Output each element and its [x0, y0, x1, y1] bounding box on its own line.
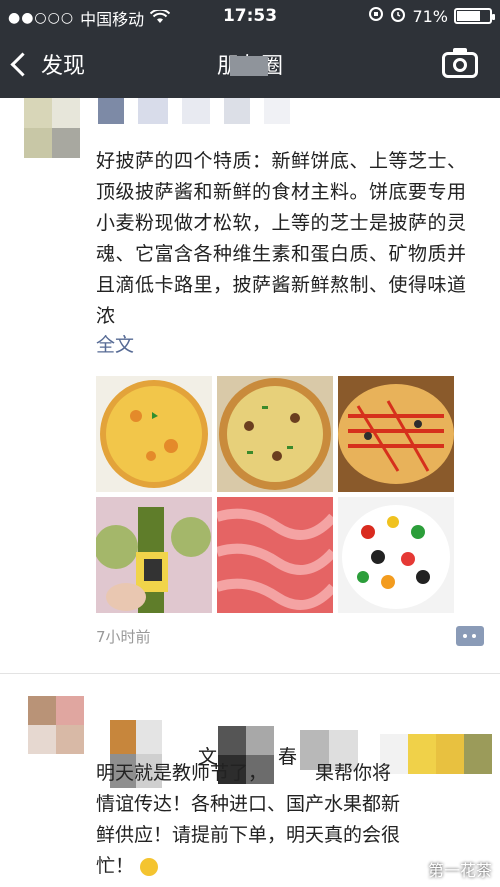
smile-emoji-icon [140, 857, 159, 876]
avatar[interactable] [28, 696, 84, 754]
divider [0, 673, 500, 674]
battery-percent: 71% [412, 6, 448, 26]
text-line: 鲜供应！请提前下单，明天真的会很 [96, 824, 401, 846]
full-text-link[interactable]: 全文 [96, 330, 134, 357]
partial-text: 春 [278, 746, 298, 768]
comment-icon[interactable] [456, 626, 484, 646]
post-text: 好披萨的四个特质：新鲜饼底、上等芝士、顶级披萨酱和新鲜的食材主料。饼底要专用小麦… [96, 150, 467, 327]
meat-photo[interactable] [217, 497, 333, 613]
photo-grid [96, 376, 454, 613]
moment-post: 好披萨的四个特质：新鲜饼底、上等芝士、顶级披萨酱和新鲜的食材主料。饼底要专用小麦… [0, 98, 500, 673]
status-bar: ●●○○○ 中国移动 17:53 71% [0, 0, 500, 32]
pizza-photo-2[interactable] [217, 376, 333, 492]
olive-oil-photo[interactable] [96, 497, 212, 613]
post-time: 7小时前 [96, 628, 151, 646]
alarm-icon [390, 6, 406, 26]
moment-post: 明天就是教师节了， 果帮你将 情谊传达！各种进口、国产水果都新 鲜供应！请提前下单… [0, 690, 500, 887]
username-blurred[interactable] [98, 98, 290, 124]
pizza-photo-3[interactable] [338, 376, 454, 492]
camera-icon[interactable] [442, 48, 478, 78]
partial-text: 文 [198, 746, 218, 768]
pizza-photo-1[interactable] [96, 376, 212, 492]
nav-bar: 发现 朋友圈 [0, 32, 500, 98]
text-line: 情谊传达！各种进口、国产水果都新 [96, 793, 401, 815]
blurred-region [230, 56, 268, 76]
watermark: 第一花茶 [427, 861, 492, 880]
battery-icon [454, 8, 495, 24]
username-blurred[interactable] [110, 720, 162, 754]
rotation-lock-icon [368, 6, 384, 26]
vegetables-photo[interactable] [338, 497, 454, 613]
avatar[interactable] [24, 98, 80, 158]
